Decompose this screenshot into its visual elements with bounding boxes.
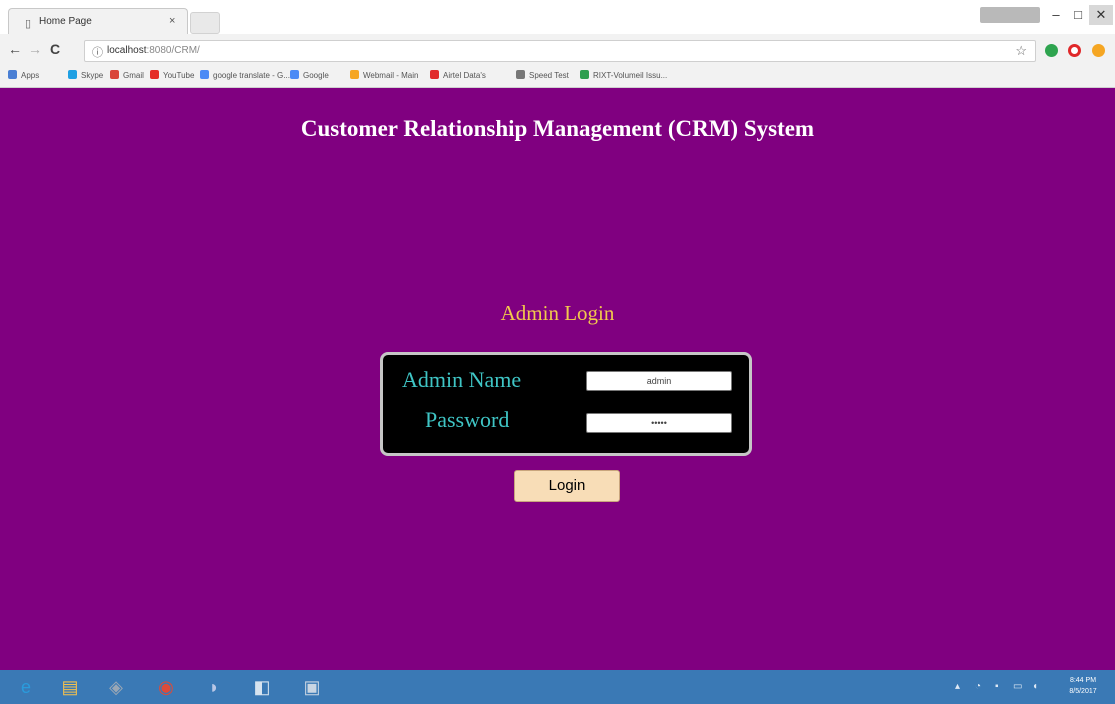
bookmark-favicon-icon <box>430 70 439 79</box>
bookmark-label: Speed Test <box>529 71 569 80</box>
bookmark-label: RIXT-Volumeil Issu... <box>593 71 668 80</box>
bookmark-favicon-icon <box>110 70 119 79</box>
login-form: Admin Name admin Password ••••• <box>380 352 752 456</box>
taskbar-clock[interactable]: 8:44 PM 8/5/2017 <box>1058 675 1108 697</box>
login-heading: Admin Login <box>500 301 615 325</box>
clock-time: 8:44 PM <box>1069 677 1097 684</box>
password-label: Password <box>425 407 510 432</box>
bookmark-star-icon[interactable]: ☆ <box>1015 43 1027 59</box>
bookmark-favicon-icon <box>580 70 589 79</box>
tray-chevron-icon[interactable]: ▴ <box>955 681 960 692</box>
admin-name-input[interactable]: admin <box>586 371 732 391</box>
bookmark-favicon-icon <box>200 70 209 79</box>
app-icon[interactable]: ◈ <box>102 674 130 700</box>
app-icon[interactable]: ◗ <box>200 674 228 700</box>
bookmark-favicon-icon <box>290 70 299 79</box>
new-tab-button[interactable] <box>190 12 220 34</box>
tab-close-icon[interactable]: × <box>169 15 175 27</box>
bookmark-favicon-icon <box>350 70 359 79</box>
address-bar[interactable]: ⓘ localhost:8080/CRM/ ☆ <box>84 40 1036 62</box>
bookmark-favicon-icon <box>68 70 77 79</box>
bookmark-favicon-icon <box>516 70 525 79</box>
minimize-button[interactable]: – <box>1044 5 1068 25</box>
clock-date: 8/5/2017 <box>1069 688 1097 695</box>
network-icon[interactable]: ◔ <box>975 681 981 692</box>
bookmark-item[interactable]: Apps <box>8 70 39 80</box>
login-button[interactable]: Login <box>514 470 620 502</box>
password-input[interactable]: ••••• <box>586 413 732 433</box>
url-host: localhost <box>107 45 147 56</box>
back-arrow-icon[interactable]: ← <box>8 41 22 57</box>
info-icon[interactable]: ⓘ <box>92 44 103 60</box>
virtualbox-icon[interactable]: ◧ <box>248 674 276 700</box>
bookmark-item[interactable]: Airtel Data's <box>430 70 486 80</box>
extension-icon[interactable] <box>1092 44 1105 57</box>
page-content: Customer Relationship Management (CRM) S… <box>0 88 1115 670</box>
extension-icon[interactable] <box>1045 44 1058 57</box>
admin-name-label: Admin Name <box>402 367 522 392</box>
browser-chrome: ▯ Home Page × – □ ✕ ← → C ⓘ localhost:80… <box>0 0 1115 88</box>
close-window-button[interactable]: ✕ <box>1089 5 1113 25</box>
app-icon[interactable]: ▣ <box>298 674 326 700</box>
bookmark-item[interactable]: Google <box>290 70 329 80</box>
reload-icon[interactable]: C <box>50 41 60 57</box>
file-explorer-icon[interactable]: ▤ <box>56 674 84 700</box>
bookmark-item[interactable]: Webmail - Main <box>350 70 418 80</box>
bookmark-item[interactable]: RIXT-Volumeil Issu... <box>580 70 667 80</box>
bookmark-favicon-icon <box>150 70 159 79</box>
url-text: localhost:8080/CRM/ <box>107 45 200 56</box>
forward-arrow-icon[interactable]: → <box>28 41 42 57</box>
internet-explorer-icon[interactable]: e <box>12 674 40 700</box>
bookmark-item[interactable]: Speed Test <box>516 70 569 80</box>
bookmark-label: Google <box>303 71 329 80</box>
page-icon: ▯ <box>25 18 32 30</box>
bookmark-label: YouTube <box>163 71 195 80</box>
profile-button[interactable] <box>980 7 1040 23</box>
bookmark-item[interactable]: Skype <box>68 70 103 80</box>
bookmark-label: Airtel Data's <box>443 71 486 80</box>
bookmark-label: google translate - G... <box>213 71 290 80</box>
bookmark-label: Webmail - Main <box>363 71 419 80</box>
page-title: Customer Relationship Management (CRM) S… <box>300 116 815 141</box>
bookmark-favicon-icon <box>8 70 17 79</box>
bookmarks-bar: Apps Skype Gmail YouTube google translate - … <box>0 66 1115 88</box>
windows-taskbar: e ▤ ◈ ◉ ◗ ◧ ▣ ▴ ◔ ▪ ▭ ◖ 8:44 PM 8/5/2017 <box>0 670 1115 704</box>
opera-extension-icon[interactable] <box>1068 44 1081 57</box>
bookmark-item[interactable]: YouTube <box>150 70 194 80</box>
navigation-bar: ← → C ⓘ localhost:8080/CRM/ ☆ <box>0 34 1115 66</box>
tab-title: Home Page <box>39 16 92 27</box>
bookmark-item[interactable]: Gmail <box>110 70 144 80</box>
tab-home-page[interactable]: ▯ Home Page × <box>8 8 188 34</box>
bookmark-label: Gmail <box>123 71 144 80</box>
bookmark-item[interactable]: google translate - G... <box>200 70 290 80</box>
tab-strip: ▯ Home Page × – □ ✕ <box>0 0 1115 34</box>
tray-icon[interactable]: ▪ <box>995 681 999 692</box>
maximize-button[interactable]: □ <box>1066 5 1090 25</box>
url-path: :8080/CRM/ <box>146 45 200 56</box>
bookmark-label: Skype <box>81 71 104 80</box>
battery-icon[interactable]: ▭ <box>1013 681 1022 692</box>
volume-icon[interactable]: ◖ <box>1032 681 1038 692</box>
chrome-icon[interactable]: ◉ <box>152 674 180 700</box>
bookmark-label: Apps <box>21 71 40 80</box>
